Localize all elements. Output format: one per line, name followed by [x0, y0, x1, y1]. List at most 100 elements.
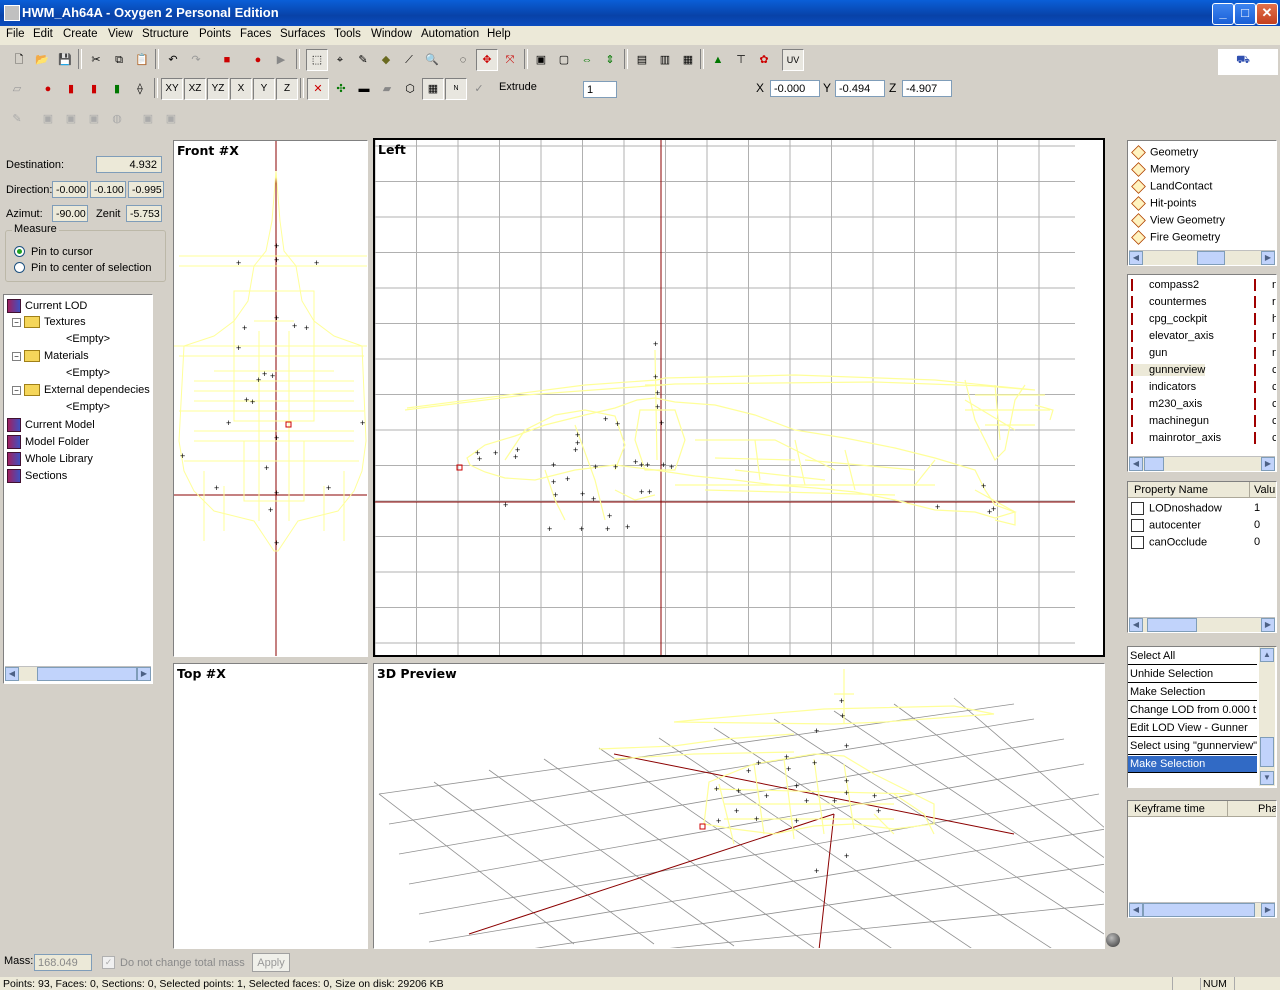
lod-item-memory[interactable]: Memory [1131, 162, 1190, 177]
copy-icon[interactable]: ⧉ [108, 49, 130, 71]
tree-textures[interactable]: − Textures [12, 316, 86, 329]
scroll-right-icon[interactable]: ▶ [1261, 618, 1275, 632]
cube-icon[interactable]: ▣ [530, 49, 552, 71]
normals-icon[interactable]: ⊤ [730, 49, 752, 71]
selection-item-col2[interactable]: n [1254, 347, 1276, 360]
wire-icon[interactable]: ⬡ [399, 78, 421, 100]
menu-faces[interactable]: Faces [240, 28, 271, 40]
cut-icon[interactable]: ✂ [85, 49, 107, 71]
minimize-button[interactable]: _ [1212, 3, 1234, 25]
selection-item-col2[interactable]: h [1254, 313, 1276, 326]
scroll-right-icon[interactable]: ▶ [1261, 903, 1275, 917]
coord-z-field[interactable]: -4.907 [902, 80, 952, 97]
property-name-header[interactable]: Property Name [1128, 482, 1250, 498]
view-ball-icon[interactable] [1106, 933, 1120, 947]
selection-item-col2[interactable]: c [1254, 415, 1276, 428]
property-row[interactable]: canOcclude [1131, 536, 1207, 549]
selection-item-col2[interactable]: c [1254, 398, 1276, 411]
undo-icon[interactable]: ↶ [162, 49, 184, 71]
selection-item-col2[interactable]: n [1254, 279, 1276, 292]
history-item[interactable]: Edit LOD View - Gunner [1128, 720, 1257, 737]
history-item[interactable]: Make Selection [1128, 756, 1257, 773]
bar-icon[interactable]: ▮ [60, 78, 82, 100]
keep-mass-checkbox[interactable]: ✓ [102, 956, 115, 969]
scroll-left-icon[interactable]: ◀ [1129, 903, 1143, 917]
selection-item-col2[interactable]: c [1254, 381, 1276, 394]
uv-button[interactable]: UV [782, 49, 804, 71]
axis-yz-button[interactable]: YZ [207, 78, 229, 100]
selection-item[interactable]: mainrotor_axis [1131, 432, 1221, 445]
scroll-left-icon[interactable]: ◀ [1129, 457, 1143, 471]
property-row[interactable]: autocenter [1131, 519, 1201, 532]
lod-item-fire-geometry[interactable]: Fire Geometry [1131, 230, 1220, 245]
axis-xz-button[interactable]: XZ [184, 78, 206, 100]
selection-item-col2[interactable]: c [1254, 364, 1276, 377]
tree-materials-empty[interactable]: <Empty> [66, 367, 110, 379]
move-icon[interactable]: ✥ [476, 49, 498, 71]
tree-external-empty[interactable]: <Empty> [66, 401, 110, 413]
tree-external[interactable]: − External dependecies [12, 384, 150, 397]
left-viewport[interactable]: + + + + + + + + + + + + + + + + + + + + + + + + + + + + + + + + … [373, 138, 1105, 657]
merge-icon[interactable]: ⟠ [129, 78, 151, 100]
axis-x-button[interactable]: X [230, 78, 252, 100]
layer-icon[interactable]: ▱ [6, 78, 28, 100]
tool-f-icon[interactable]: ▣ [137, 108, 159, 130]
lod-item-view-geometry[interactable]: View Geometry [1131, 213, 1225, 228]
tree-hscrollbar[interactable]: ◀ ▶ [5, 666, 151, 681]
play-icon[interactable]: ▶ [270, 49, 292, 71]
selection-item-col2[interactable]: r [1254, 296, 1276, 309]
close-button[interactable]: ✕ [1256, 3, 1278, 25]
record-icon[interactable]: ● [247, 49, 269, 71]
menu-tools[interactable]: Tools [334, 28, 361, 40]
selection-item[interactable]: machinegun [1131, 415, 1209, 428]
scroll-left-icon[interactable]: ◀ [1129, 618, 1143, 632]
history-item[interactable]: Select All [1128, 648, 1257, 665]
lod-item-landcontact[interactable]: LandContact [1131, 179, 1212, 194]
solid-icon[interactable]: ▬ [353, 78, 375, 100]
bar2-icon[interactable]: ▮ [83, 78, 105, 100]
script-icon[interactable]: ■ [216, 49, 238, 71]
lod-hscrollbar[interactable]: ◀ ▶ [1129, 250, 1275, 265]
texture-icon[interactable]: ▰ [376, 78, 398, 100]
lod-item-hitpoints[interactable]: Hit-points [1131, 196, 1196, 211]
coord-x-field[interactable]: -0.000 [770, 80, 820, 97]
axis-y-button[interactable]: Y [253, 78, 275, 100]
zoom-icon[interactable]: 🔍 [421, 49, 443, 71]
tree-model-folder[interactable]: Model Folder [7, 435, 89, 449]
tool-d-icon[interactable]: ▣ [83, 108, 105, 130]
select-mode-icon[interactable]: ⬚ [306, 49, 328, 71]
selection-item[interactable]: cpg_cockpit [1131, 313, 1207, 326]
properties-hscrollbar[interactable]: ◀ ▶ [1129, 617, 1275, 632]
menu-window[interactable]: Window [371, 28, 412, 40]
bar3-icon[interactable]: ▮ [106, 78, 128, 100]
menu-create[interactable]: Create [63, 28, 98, 40]
axis-xy-button[interactable]: XY [161, 78, 183, 100]
normals-show-icon[interactable]: N [445, 78, 467, 100]
tree-sections[interactable]: Sections [7, 469, 67, 483]
color-icon[interactable]: ✿ [753, 49, 775, 71]
selections-hscrollbar[interactable]: ◀ ▶ [1129, 456, 1275, 471]
tree-current-model[interactable]: Current Model [7, 418, 95, 432]
selection-item[interactable]: countermes [1131, 296, 1206, 309]
history-vscrollbar[interactable]: ▲ ▼ [1259, 647, 1275, 786]
menu-help[interactable]: Help [487, 28, 511, 40]
scroll-right-icon[interactable]: ▶ [137, 667, 151, 681]
menu-file[interactable]: File [6, 28, 25, 40]
apply-button[interactable]: Apply [252, 953, 290, 972]
3d-preview-viewport[interactable]: + + + + + + + + + + + + + + + + + + + + + + + + + 3D Previ… [373, 663, 1105, 949]
selection-item[interactable]: elevator_axis [1131, 330, 1214, 343]
tool-b-icon[interactable]: ▣ [37, 108, 59, 130]
paste-icon[interactable]: 📋 [131, 49, 153, 71]
selection-item[interactable]: indicators [1131, 381, 1196, 394]
knife-icon[interactable]: ⟋ [398, 49, 420, 71]
tool-c-icon[interactable]: ▣ [60, 108, 82, 130]
tool-a-icon[interactable]: ✎ [6, 108, 28, 130]
ellipse-icon[interactable]: ◌ [452, 49, 474, 71]
selection-item[interactable]: gun [1131, 347, 1167, 360]
keyframe-time-header[interactable]: Keyframe time [1128, 801, 1228, 817]
lod-item-geometry[interactable]: Geometry [1131, 145, 1198, 160]
lasso-select-icon[interactable]: ⌖ [329, 49, 351, 71]
points-icon[interactable]: ● [37, 78, 59, 100]
history-item[interactable]: Make Selection [1128, 684, 1257, 701]
front-viewport[interactable]: + + + + + + + + + + + + + + + + + + + + + + + + Front #X [173, 140, 368, 657]
